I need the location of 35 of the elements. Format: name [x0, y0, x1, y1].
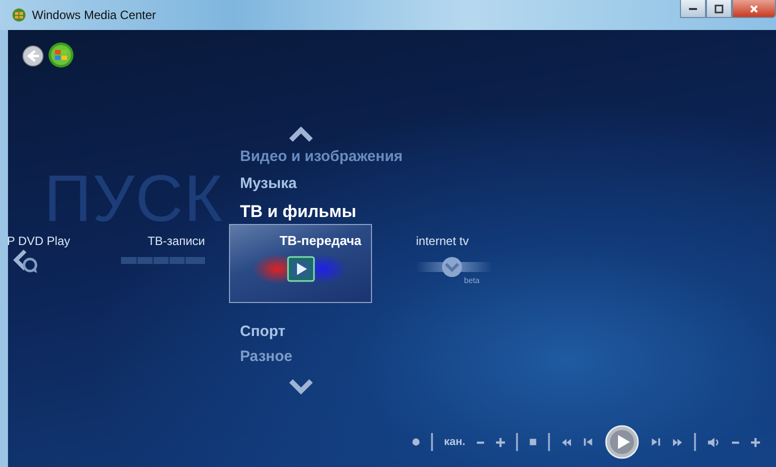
back-icon[interactable] [22, 45, 44, 67]
close-button[interactable] [732, 0, 776, 18]
close-icon [749, 4, 759, 14]
record-icon[interactable] [412, 438, 420, 446]
rewind-icon[interactable] [561, 438, 572, 446]
category-item[interactable]: ТВ и фильмы [240, 202, 356, 222]
maximize-button[interactable] [706, 0, 732, 18]
category-item[interactable]: Разное [240, 348, 292, 365]
category-item[interactable]: Видео и изображения [240, 148, 403, 165]
app-icon [12, 8, 26, 22]
maximize-icon [714, 4, 724, 14]
scroll-up-icon[interactable] [289, 126, 313, 142]
category-item[interactable]: Спорт [240, 323, 286, 340]
start-icon[interactable] [48, 42, 74, 68]
menu-tile[interactable]: internet tv beta [416, 224, 492, 285]
next-icon[interactable] [650, 437, 662, 447]
selected-tile[interactable]: ТВ-передача [229, 224, 372, 303]
beta-label: beta [464, 276, 480, 285]
scroll-down-icon[interactable] [289, 379, 313, 395]
progress-strip-icon [121, 257, 205, 264]
stop-icon[interactable] [529, 438, 538, 446]
minimize-button[interactable] [680, 0, 706, 18]
menu-tile[interactable]: ТВ-записи [121, 224, 205, 264]
play-button[interactable] [605, 425, 640, 459]
volume-up-icon[interactable] [751, 438, 760, 446]
channel-label: кан. [444, 436, 466, 448]
category-item[interactable]: Музыка [240, 175, 297, 192]
menu-tile[interactable]: P DVD Play [8, 224, 107, 276]
previous-icon[interactable] [583, 437, 594, 447]
fast-forward-icon[interactable] [672, 438, 684, 446]
download-icon [416, 256, 492, 278]
minimize-icon [689, 8, 697, 10]
channel-up-icon[interactable] [496, 438, 506, 446]
volume-icon[interactable] [707, 436, 720, 448]
window-title: Windows Media Center [32, 8, 156, 22]
